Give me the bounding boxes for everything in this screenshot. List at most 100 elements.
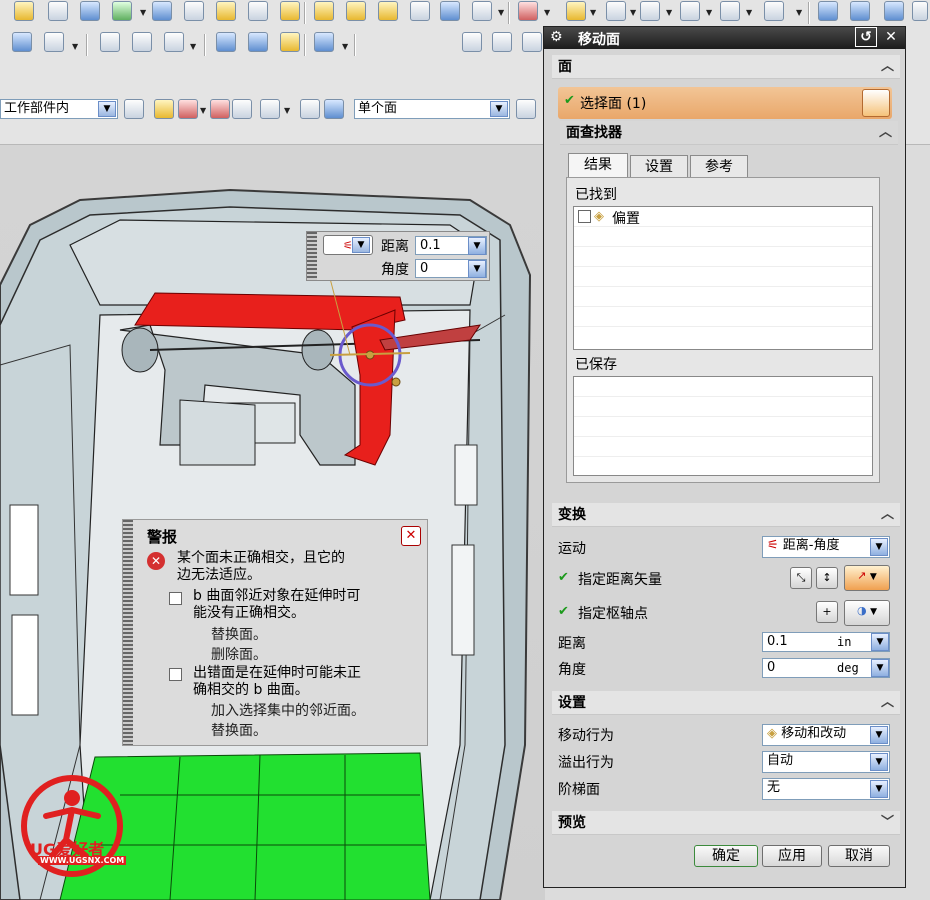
mirror-icon[interactable] [680,1,700,21]
spinner-icon[interactable]: ▼ [468,260,486,278]
rect-select-icon[interactable] [260,99,280,119]
subtract-icon[interactable] [566,1,586,21]
chevron-up-icon[interactable]: ︿ [879,121,892,145]
extrude-icon[interactable] [48,1,68,21]
motion-select[interactable]: ⚟ 距离-角度 ▼ [762,536,890,558]
thicken-icon[interactable] [472,1,492,21]
spinner-icon[interactable]: ▼ [468,237,486,255]
move-behavior-select[interactable]: ◈ 移动和改动 ▼ [762,724,890,746]
chevron-down-icon[interactable]: ▼ [870,538,888,556]
face-group-header[interactable]: 面 ︿ [552,55,900,79]
dropdown-arrow-icon[interactable]: ▼ [630,8,636,17]
arrow-right-icon[interactable] [516,99,536,119]
point-selector[interactable]: ◑ ▼ [844,600,890,626]
filter-icon[interactable] [124,99,144,119]
eraser-icon[interactable] [300,99,320,119]
midpoint-icon[interactable] [232,99,252,119]
vector-dialog-icon[interactable]: ⤡ [790,567,812,589]
tab-results[interactable]: 结果 [568,153,628,177]
ok-button[interactable]: 确定 [694,845,758,867]
motion-type-dropdown[interactable]: ⚟ ▼ [323,235,373,255]
found-list[interactable]: ◈ 偏置 [573,206,873,350]
snap-icon[interactable] [154,99,174,119]
item2-checkbox[interactable] [169,668,182,681]
chevron-down-icon[interactable]: ▼ [870,726,888,744]
dropdown-arrow-icon[interactable]: ▼ [140,8,146,17]
dialog-titlebar[interactable]: ⚙ 移动面 ↺ ✕ [544,27,905,49]
unite-icon[interactable] [518,1,538,21]
dropdown-arrow-icon[interactable]: ▼ [706,8,712,17]
list-item[interactable]: ◈ 偏置 [574,207,872,227]
offset-face-icon[interactable] [440,1,460,21]
triangle-icon[interactable] [462,32,482,52]
grip-handle[interactable] [123,520,133,745]
chevron-down-icon[interactable]: ﹀ [881,811,894,835]
dropdown-arrow-icon[interactable]: ▼ [284,106,290,115]
scale-icon[interactable] [720,1,740,21]
assembly-icon[interactable] [12,32,32,52]
face-blend-icon[interactable] [378,1,398,21]
item-checkbox[interactable] [578,210,591,223]
grip-handle[interactable] [307,232,317,280]
chevron-up-icon[interactable]: ︿ [881,55,894,79]
saved-list[interactable] [573,376,873,476]
transform-group-header[interactable]: 变换 ︿ [552,503,900,527]
reverse-direction-icon[interactable]: ↕ [816,567,838,589]
line-icon[interactable] [164,32,184,52]
chevron-down-icon[interactable]: ▼ [490,101,508,117]
reset-icon[interactable]: ↺ [855,27,877,47]
cylinder-icon[interactable] [216,32,236,52]
alert-item1-action[interactable]: 删除面。 [211,644,267,664]
wrap-icon[interactable] [764,1,784,21]
draft-icon[interactable] [410,1,430,21]
chevron-down-icon[interactable]: ▼ [870,753,888,771]
blend-icon[interactable] [80,1,100,21]
dropdown-arrow-icon[interactable]: ▼ [72,42,78,51]
shell-icon[interactable] [216,1,236,21]
alert-item2-action[interactable]: 替换面。 [211,720,267,740]
spline-icon[interactable] [132,32,152,52]
angle-input[interactable]: 0 deg ▼ [762,658,890,678]
sweep-surface-icon[interactable] [884,1,904,21]
item1-checkbox[interactable] [169,592,182,605]
finder-header[interactable]: 面查找器 ︿ [560,121,898,145]
chevron-up-icon[interactable]: ︿ [881,691,894,715]
chevron-down-icon[interactable]: ▼ [98,101,116,117]
preview-group-header[interactable]: 预览 ﹀ [552,811,900,835]
block-icon[interactable] [152,1,172,21]
dropdown-arrow-icon[interactable]: ▼ [498,8,504,17]
spinner-icon[interactable]: ▼ [871,659,889,677]
point-snap-icon[interactable] [178,99,198,119]
box-icon[interactable] [314,1,334,21]
cube-icon[interactable] [324,99,344,119]
spinner-icon[interactable]: ▼ [871,633,889,651]
face-select-icon[interactable] [862,89,890,117]
select-face-row[interactable]: ✔ 选择面 (1) [558,87,892,119]
dropdown-arrow-icon[interactable]: ▼ [544,8,550,17]
alert-item2-action[interactable]: 加入选择集中的邻近面。 [211,700,365,720]
settings-group-header[interactable]: 设置 ︿ [552,691,900,715]
close-icon[interactable]: ✕ [401,526,421,546]
edge-blend-icon[interactable] [346,1,366,21]
trim-body-icon[interactable] [606,1,626,21]
gear-icon[interactable]: ⚙ [550,29,563,45]
chevron-down-icon[interactable]: ▼ [870,780,888,798]
point-dialog-icon[interactable]: + [816,601,838,623]
distance-input[interactable]: 0.1 in ▼ [762,632,890,652]
table-icon[interactable] [492,32,512,52]
curve-icon[interactable] [100,32,120,52]
dropdown-arrow-icon[interactable]: ▼ [746,8,752,17]
overflow-select[interactable]: 自动 ▼ [762,751,890,773]
more-icon[interactable] [912,1,928,21]
step-face-select[interactable]: 无 ▼ [762,778,890,800]
apply-button[interactable]: 应用 [762,845,822,867]
popup-distance-input[interactable]: 0.1 ▼ [415,236,487,255]
face-rule-combo[interactable]: 单个面 ▼ [354,99,510,119]
spring-icon[interactable] [248,32,268,52]
sketch-icon[interactable] [14,1,34,21]
feature-icon[interactable] [112,1,132,21]
dropdown-arrow-icon[interactable]: ▼ [666,8,672,17]
dropdown-arrow-icon[interactable]: ▼ [200,106,206,115]
revolve-icon[interactable] [184,1,204,21]
alert-item1-action[interactable]: 替换面。 [211,624,267,644]
